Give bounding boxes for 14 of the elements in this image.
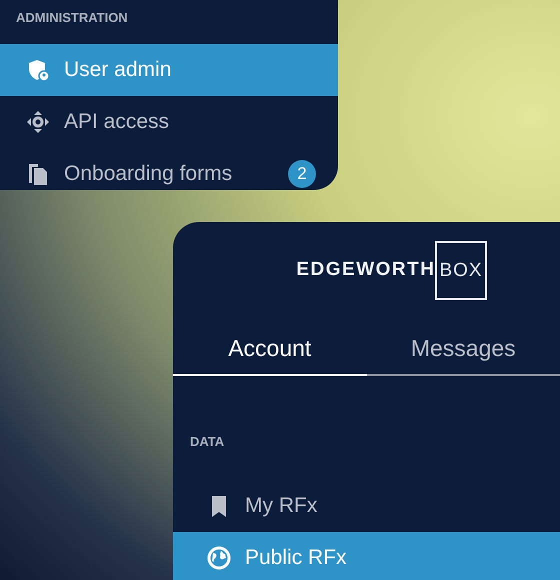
four-arrows-icon (26, 110, 50, 134)
section-heading: DATA (190, 434, 224, 449)
logo-text: EDGEWORTH (296, 258, 436, 282)
tab[interactable]: Messages (366, 322, 560, 376)
nav-item[interactable]: My RFx (173, 480, 560, 532)
count-badge: 2 (288, 160, 316, 188)
logo-box: BOX (435, 240, 487, 300)
tab[interactable]: Account (173, 322, 366, 376)
documents-icon (26, 162, 50, 186)
globe-icon (207, 546, 231, 570)
section-heading: ADMINISTRATION (16, 10, 128, 25)
nav-item[interactable]: API access (0, 96, 338, 148)
shield-icon (26, 58, 50, 82)
nav-item[interactable]: Onboarding forms 2 (0, 148, 338, 200)
